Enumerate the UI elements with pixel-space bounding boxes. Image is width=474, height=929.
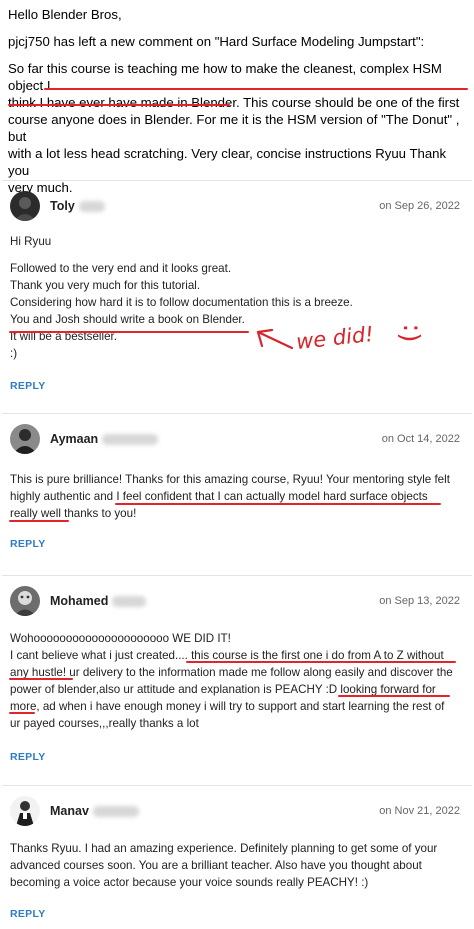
reply-link[interactable]: REPLY — [10, 908, 46, 920]
comment-line: This is pure brilliance! Thanks for this… — [10, 473, 450, 486]
comment-header: Manav on Nov 21, 2022 — [10, 796, 466, 826]
highlight-underline — [115, 503, 441, 505]
comment-date: on Sep 13, 2022 — [379, 595, 460, 607]
email-line: course anyone does in Blender. For me it… — [8, 112, 460, 144]
comment-line: really well thanks to you! — [10, 507, 137, 520]
avatar — [10, 191, 40, 221]
comment-author: Manav — [50, 804, 139, 818]
email-notification: Hello Blender Bros, pjcj750 has left a n… — [8, 6, 468, 196]
comment-line: becoming a voice actor because your voic… — [10, 876, 369, 889]
comment-body: This is pure brilliance! Thanks for this… — [10, 471, 470, 522]
annotation-smiley: (: — [394, 323, 425, 343]
highlight-underline — [9, 678, 73, 680]
email-notice: pjcj750 has left a new comment on "Hard … — [8, 34, 425, 49]
comment-line: Hi Ryuu — [10, 235, 52, 248]
highlight-underline — [44, 88, 468, 90]
comment-header: Toly on Sep 26, 2022 — [10, 191, 466, 221]
avatar — [10, 424, 40, 454]
avatar — [10, 796, 40, 826]
comment-line: advanced courses soon. You are a brillia… — [10, 859, 422, 872]
comment-author: Aymaan — [50, 432, 159, 446]
highlight-underline — [338, 695, 450, 697]
comment-line: any hustle! ur delivery to the informati… — [10, 666, 453, 679]
comment-line: Followed to the very end and it looks gr… — [10, 262, 232, 275]
email-comment-quote: So far this course is teaching me how to… — [8, 60, 468, 196]
reply-link[interactable]: REPLY — [10, 380, 46, 392]
highlight-underline — [8, 104, 230, 106]
comment-body: Wohooooooooooooooooooooo WE DID IT! I ca… — [10, 630, 470, 732]
comment-line: Thank you very much for this tutorial. — [10, 279, 201, 292]
comment-card: Mohamed on Sep 13, 2022 Wohooooooooooooo… — [2, 575, 472, 776]
comment-body: Thanks Ryuu. I had an amazing experience… — [10, 840, 470, 891]
reply-link[interactable]: REPLY — [10, 538, 46, 550]
comment-card: Toly on Sep 26, 2022 Hi Ryuu Followed to… — [2, 180, 472, 403]
highlight-underline — [9, 331, 249, 333]
highlight-underline — [9, 520, 69, 522]
comment-header: Mohamed on Sep 13, 2022 — [10, 586, 466, 616]
comment-line — [10, 250, 470, 260]
comment-body: Hi Ryuu Followed to the very end and it … — [10, 233, 470, 362]
comment-line: more, ad when i have enough money i will… — [10, 700, 445, 713]
comment-author: Toly — [50, 199, 105, 213]
email-greeting: Hello Blender Bros, — [8, 7, 122, 22]
email-line: think I have ever have made in Blender. … — [8, 95, 460, 110]
comment-author: Mohamed — [50, 594, 147, 608]
comment-line: Considering how hard it is to follow doc… — [10, 296, 353, 309]
comment-header: Aymaan on Oct 14, 2022 — [10, 424, 466, 454]
comment-line: Thanks Ryuu. I had an amazing experience… — [10, 842, 438, 855]
highlight-underline — [186, 661, 456, 663]
comment-line: Wohooooooooooooooooooooo WE DID IT! — [10, 632, 231, 645]
comment-card: Aymaan on Oct 14, 2022 This is pure bril… — [2, 413, 472, 566]
comment-line: :) — [10, 347, 18, 360]
avatar — [10, 586, 40, 616]
highlight-underline — [9, 712, 35, 714]
comment-card: Manav on Nov 21, 2022 Thanks Ryuu. I had… — [2, 785, 472, 928]
comment-date: on Sep 26, 2022 — [379, 200, 460, 212]
reply-link[interactable]: REPLY — [10, 751, 46, 763]
comment-date: on Oct 14, 2022 — [381, 433, 460, 445]
email-line: with a lot less head scratching. Very cl… — [8, 146, 447, 178]
comment-date: on Nov 21, 2022 — [379, 805, 460, 817]
comment-line: ur payed courses,,,really thanks a lot — [10, 717, 199, 730]
